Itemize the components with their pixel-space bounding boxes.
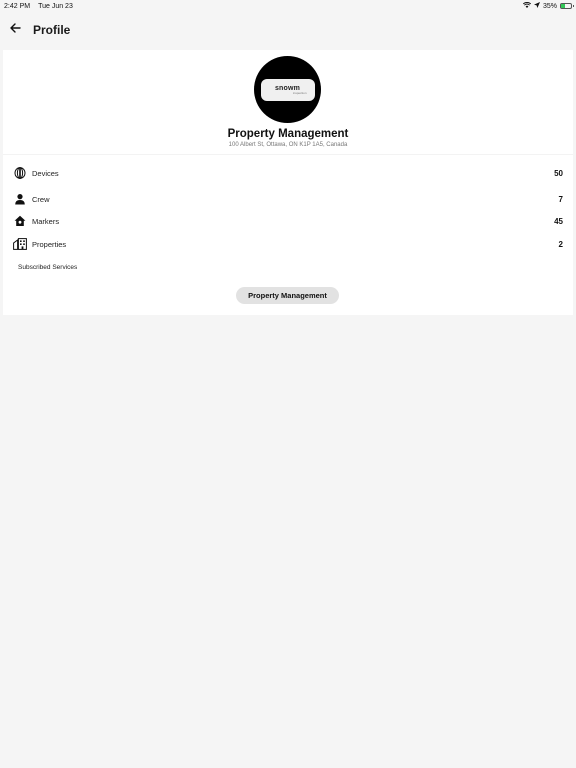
status-time: 2:42 PM — [4, 2, 31, 10]
divider — [3, 154, 573, 155]
company-logo: snowm inspection — [260, 78, 315, 101]
status-left: 2:42 PM Tue Jun 23 — [4, 3, 73, 10]
battery-cap — [573, 5, 574, 7]
organization-address: 100 Albert St, Ottawa, ON K1P 1A5, Canad… — [228, 142, 348, 148]
status-bar: 2:42 PM Tue Jun 23 35% — [0, 0, 576, 12]
service-chip-property-management[interactable]: Property Management — [236, 287, 339, 304]
stat-row-crew[interactable]: Crew 7 — [13, 191, 563, 207]
page-title: Profile — [33, 23, 71, 37]
stat-value-crew: 7 — [558, 194, 563, 204]
stat-label-devices: Devices — [32, 168, 59, 178]
wifi-icon — [522, 1, 532, 10]
stat-row-markers[interactable]: Markers 45 — [13, 213, 563, 229]
header: Profile — [0, 16, 576, 44]
profile-card: snowm inspection Property Management 100… — [3, 50, 573, 315]
location-icon — [533, 2, 540, 10]
logo-subtext: inspection — [292, 90, 307, 95]
subscribed-services-label: Subscribed Services — [18, 264, 78, 271]
arrow-left-icon — [9, 21, 21, 39]
home-marker-icon — [13, 214, 27, 228]
battery-icon — [560, 3, 574, 9]
stat-value-devices: 50 — [554, 168, 563, 178]
stat-row-properties[interactable]: Properties 2 — [13, 236, 563, 252]
avatar: snowm inspection — [254, 56, 321, 123]
device-icon — [13, 166, 27, 180]
person-icon — [13, 192, 27, 206]
building-icon — [13, 237, 27, 251]
stat-label-crew: Crew — [32, 194, 50, 204]
status-right: 35% — [522, 1, 574, 10]
battery-fill — [561, 4, 565, 8]
stat-label-properties: Properties — [32, 239, 67, 249]
organization-name: Property Management — [227, 128, 349, 140]
stat-value-markers: 45 — [554, 216, 563, 226]
stat-label-markers: Markers — [32, 216, 60, 226]
battery-percent: 35% — [542, 2, 557, 10]
stat-value-properties: 2 — [558, 239, 563, 249]
back-button[interactable] — [5, 20, 25, 40]
status-date: Tue Jun 23 — [38, 2, 73, 10]
stat-row-devices[interactable]: Devices 50 — [13, 165, 563, 181]
